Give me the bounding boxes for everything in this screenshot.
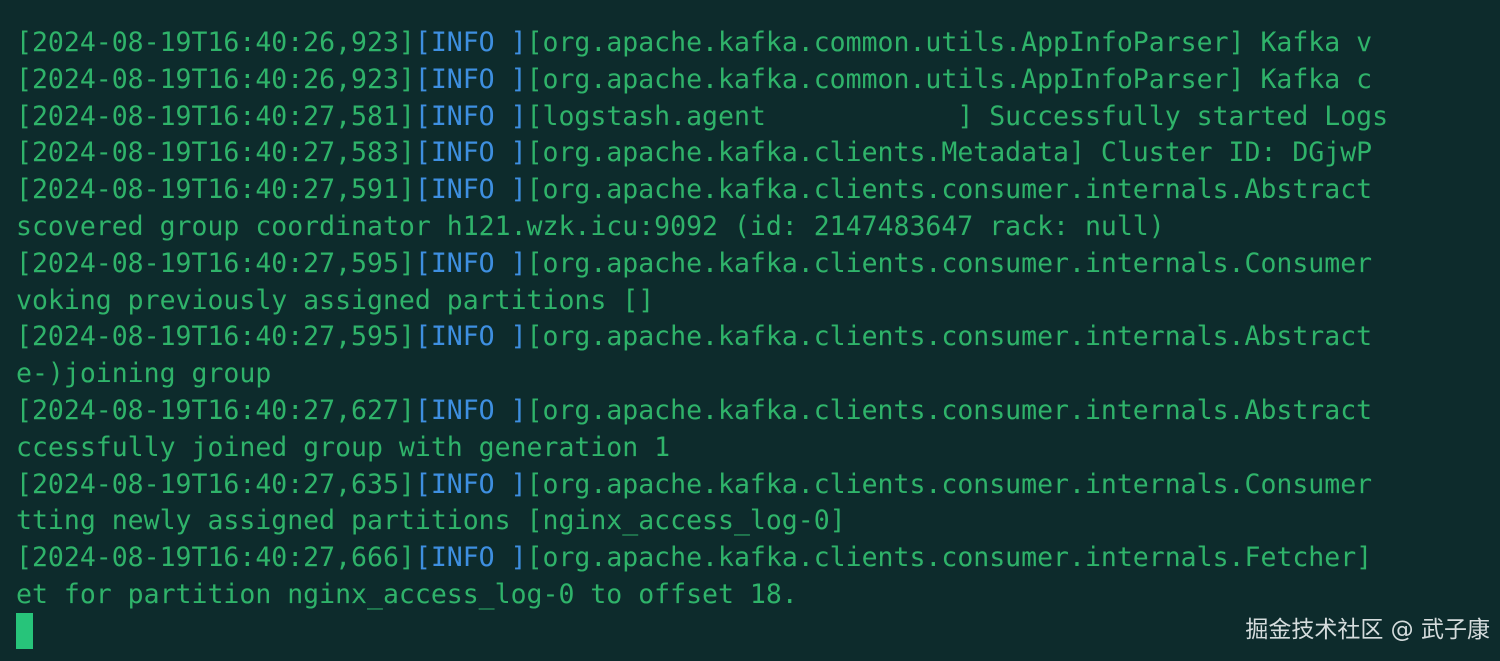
log-timestamp: [2024-08-19T16:40:27,595] [16,247,415,279]
log-message: [org.apache.kafka.clients.consumer.inter… [526,174,1373,206]
terminal-line: et for partition nginx_access_log-0 to o… [16,577,1500,614]
log-message: [org.apache.kafka.common.utils.AppInfoPa… [526,27,1373,58]
log-message: ccessfully joined group with generation … [16,431,671,463]
log-level: [INFO ] [414,468,527,500]
log-timestamp: [2024-08-19T16:40:26,923] [16,63,415,95]
terminal-line: [2024-08-19T16:40:27,666][INFO ][org.apa… [16,540,1500,577]
log-message: e-)joining group [16,358,272,390]
log-level: [INFO ] [414,174,527,206]
log-message: scovered group coordinator h121.wzk.icu:… [16,210,1165,242]
log-message: [org.apache.kafka.clients.consumer.inter… [526,468,1373,500]
log-level: [INFO ] [414,394,527,426]
terminal-line: [2024-08-19T16:40:27,583][INFO ][org.apa… [16,135,1500,172]
log-message: [org.apache.kafka.clients.Metadata] Clus… [526,137,1373,169]
log-message: et for partition nginx_access_log-0 to o… [16,578,798,610]
terminal-line: scovered group coordinator h121.wzk.icu:… [16,209,1500,246]
terminal-line: tting newly assigned partitions [nginx_a… [16,503,1500,540]
terminal-line: ccessfully joined group with generation … [16,430,1500,467]
log-level: [INFO ] [414,63,527,95]
log-message: [org.apache.kafka.clients.consumer.inter… [526,394,1373,426]
log-message: [org.apache.kafka.clients.consumer.inter… [526,542,1373,574]
terminal-line: [2024-08-19T16:40:26,923][INFO ][org.apa… [16,25,1500,62]
log-message: [logstash.agent ] Successfully started L… [526,100,1389,132]
watermark: 掘金技术社区 @ 武子康 [1245,617,1490,643]
log-timestamp: [2024-08-19T16:40:27,666] [16,542,415,574]
terminal-line: e-)joining group [16,356,1500,393]
terminal-line: [2024-08-19T16:40:27,627][INFO ][org.apa… [16,393,1500,430]
log-timestamp: [2024-08-19T16:40:27,591] [16,174,415,206]
log-level: [INFO ] [414,542,527,574]
log-timestamp: [2024-08-19T16:40:27,581] [16,100,415,132]
log-level: [INFO ] [414,137,527,169]
log-message: [org.apache.kafka.clients.consumer.inter… [526,321,1373,353]
log-level: [INFO ] [414,247,527,279]
terminal-line: [2024-08-19T16:40:27,595][INFO ][org.apa… [16,319,1500,356]
log-level: [INFO ] [414,321,527,353]
log-timestamp: [2024-08-19T16:40:27,635] [16,468,415,500]
log-timestamp: [2024-08-19T16:40:27,627] [16,394,415,426]
log-message: voking previously assigned partitions [] [16,284,655,316]
terminal-line: [2024-08-19T16:40:27,581][INFO ][logstas… [16,99,1500,136]
terminal-window[interactable]: [2024-08-19T16:40:26,923][INFO ][org.apa… [0,0,1500,661]
log-timestamp: [2024-08-19T16:40:27,595] [16,321,415,353]
log-message: tting newly assigned partitions [nginx_a… [16,505,846,537]
log-timestamp: [2024-08-19T16:40:27,583] [16,137,415,169]
log-level: [INFO ] [414,100,527,132]
terminal-cursor [16,613,33,649]
terminal-output: [2024-08-19T16:40:26,923][INFO ][org.apa… [16,25,1500,614]
terminal-line: voking previously assigned partitions [] [16,283,1500,320]
terminal-line: [2024-08-19T16:40:27,591][INFO ][org.apa… [16,172,1500,209]
log-message: [org.apache.kafka.common.utils.AppInfoPa… [526,63,1373,95]
log-message: [org.apache.kafka.clients.consumer.inter… [526,247,1373,279]
terminal-line: [2024-08-19T16:40:27,595][INFO ][org.apa… [16,246,1500,283]
terminal-line: [2024-08-19T16:40:27,635][INFO ][org.apa… [16,467,1500,504]
log-timestamp: [2024-08-19T16:40:26,923] [16,27,415,58]
log-level: [INFO ] [414,27,527,58]
terminal-line: [2024-08-19T16:40:26,923][INFO ][org.apa… [16,62,1500,99]
